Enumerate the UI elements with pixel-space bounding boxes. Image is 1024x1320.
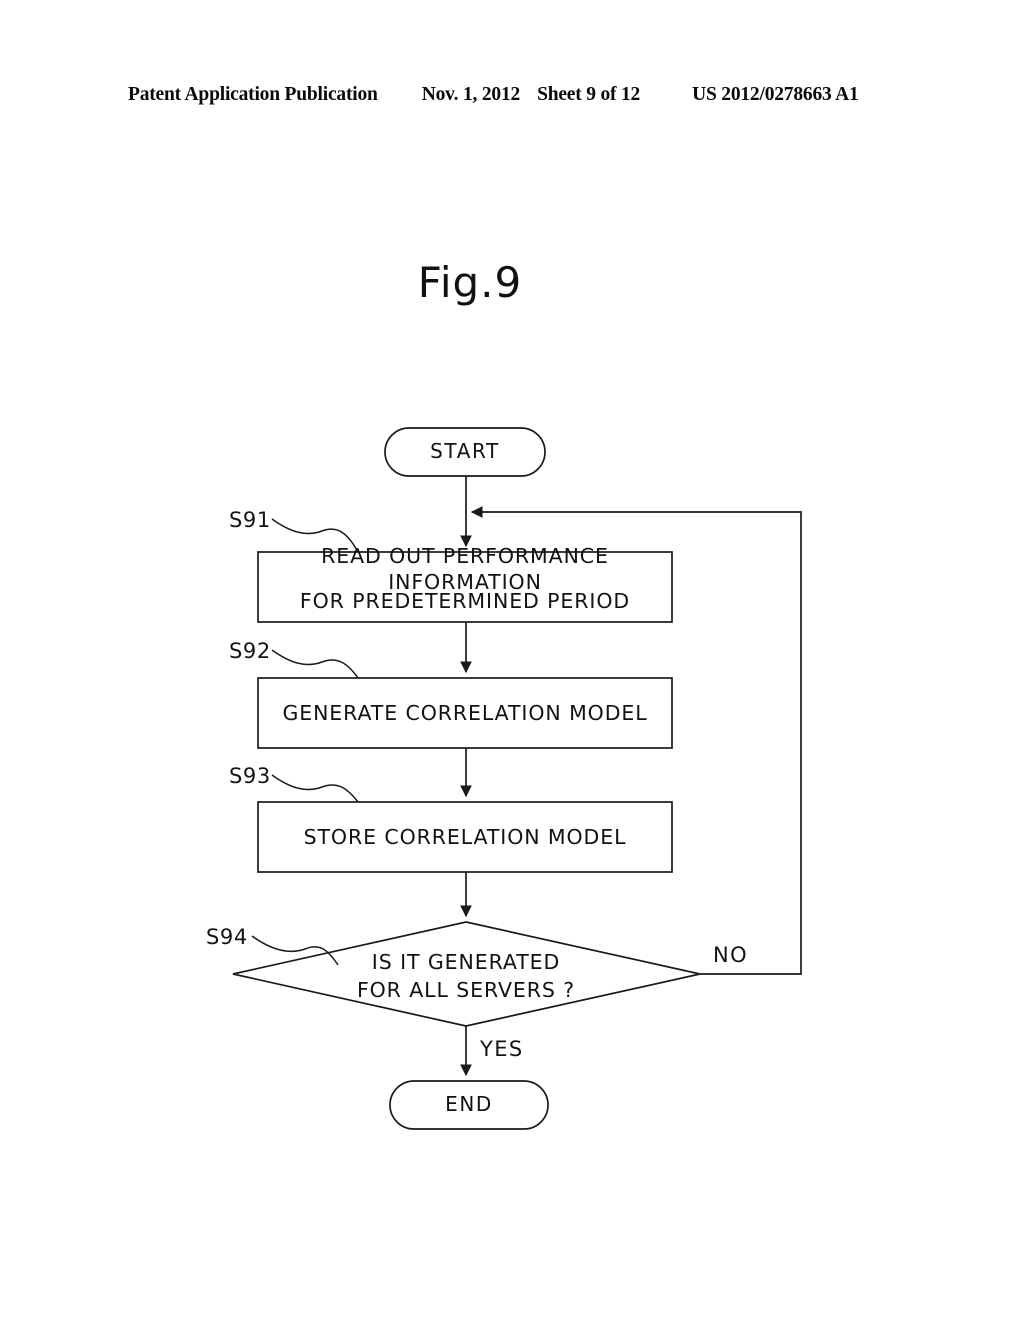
- s93-label: STORE CORRELATION MODEL: [303, 824, 627, 849]
- s91-label-line1: READ OUT PERFORMANCE INFORMATION: [321, 543, 609, 594]
- end-terminator-label: END: [445, 1092, 493, 1117]
- branch-label-yes: YES: [480, 1037, 524, 1061]
- step-label-s93: S93: [229, 764, 271, 788]
- s92-leader-line: [271, 649, 359, 679]
- step-label-s94: S94: [206, 925, 248, 949]
- branch-label-no: NO: [713, 943, 749, 967]
- s94-label-line2: FOR ALL SERVERS ?: [356, 977, 576, 1002]
- step-label-s92: S92: [229, 639, 271, 663]
- s93-leader-line: [271, 774, 359, 803]
- s92-label: GENERATE CORRELATION MODEL: [282, 700, 648, 725]
- s94-label-line1: IS IT GENERATED: [371, 949, 561, 974]
- start-terminator-label: START: [430, 439, 500, 464]
- s91-label-line2: FOR PREDETERMINED PERIOD: [299, 588, 631, 613]
- step-label-s91: S91: [229, 508, 271, 532]
